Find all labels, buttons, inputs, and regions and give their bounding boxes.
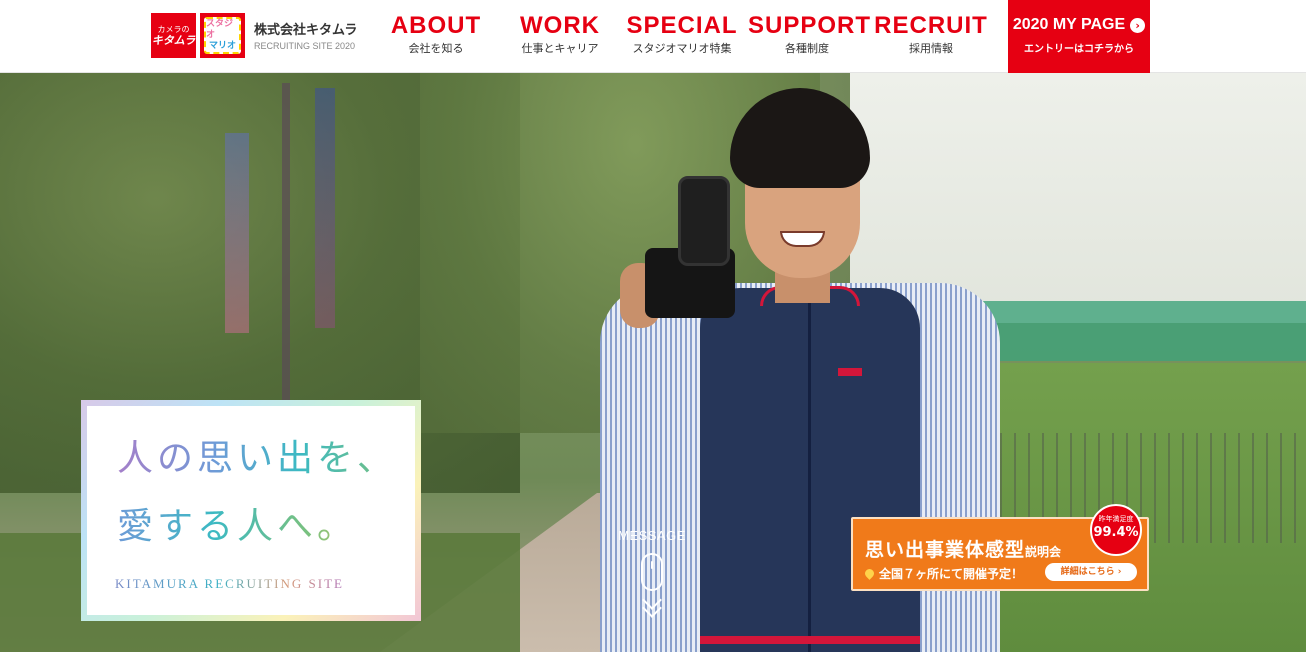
event-title: 思い出事業体感型説明会 [865, 535, 1061, 562]
nav-support-jp: 各種制度 [785, 42, 829, 55]
studio-mario-logo-line1: スタジオ [206, 19, 234, 40]
event-detail-button[interactable]: 詳細はこちら › [1045, 563, 1137, 581]
studio-mario-logo-inner: スタジオ マリオ [204, 17, 241, 54]
company-name: 株式会社キタムラ [254, 22, 358, 37]
studio-mario-logo[interactable]: スタジオ マリオ [200, 13, 245, 58]
kitamura-logo-small: カメラの [157, 24, 190, 34]
kitamura-logo[interactable]: カメラの キタムラ [151, 13, 196, 58]
person-hair [730, 88, 870, 188]
nav-recruit-jp: 採用情報 [909, 42, 953, 55]
badge-label: 昨年満足度 [1098, 515, 1134, 523]
nav-recruit-en: RECRUIT [874, 12, 988, 39]
nav-work[interactable]: WORK 仕事とキャリア [512, 12, 608, 56]
catchphrase-line2: 愛する人へ。 [117, 504, 357, 550]
site-header: カメラの キタムラ スタジオ マリオ 株式会社キタムラ RECRUITING S… [0, 0, 1306, 73]
catchphrase-line1: 人の思い出を、 [117, 436, 397, 482]
person-vest-zip [808, 303, 811, 652]
event-detail-label: 詳細はこちら [1060, 567, 1115, 577]
chevron-right-icon: › [1130, 17, 1146, 33]
nav-about[interactable]: ABOUT 会社を知る [388, 12, 484, 56]
mypage-sub: エントリーはコチラから [1024, 44, 1134, 55]
mouse-wheel [651, 561, 653, 569]
studio-mario-logo-line2: マリオ [208, 41, 236, 51]
event-place: 全国７ヶ所にて開催予定！ [863, 565, 1024, 582]
badge-value: 99.4% [1093, 525, 1139, 540]
nav-special[interactable]: SPECIAL スタジオマリオ特集 [626, 12, 738, 56]
person-vest-hem [700, 636, 920, 644]
chevron-right-icon: › [1117, 567, 1122, 577]
nav-support[interactable]: SUPPORT 各種制度 [748, 12, 872, 56]
nav-special-jp: スタジオマリオ特集 [632, 42, 732, 55]
catchphrase-sub: KITAMURA RECRUITING SITE [115, 576, 344, 591]
message-label: MESSAGE [618, 528, 686, 543]
event-place-text: 全国７ヶ所にて開催予定！ [879, 567, 1024, 581]
site-label: RECRUITING SITE 2020 [254, 41, 356, 51]
nav-support-en: SUPPORT [748, 12, 872, 39]
map-pin-icon [863, 567, 876, 580]
event-title-suffix: 説明会 [1025, 545, 1062, 559]
mypage-title: 2020 MY PAGE [1012, 16, 1126, 33]
satisfaction-badge: 昨年満足度 99.4% [1090, 504, 1142, 556]
mypage-row: 2020 MY PAGE › [1008, 15, 1150, 35]
nav-about-jp: 会社を知る [408, 42, 464, 55]
event-title-main: 思い出事業体感型 [865, 539, 1026, 561]
banner-flag [315, 88, 335, 328]
catchphrase-card: 人の思い出を、 愛する人へ。 KITAMURA RECRUITING SITE [81, 400, 421, 621]
nav-recruit[interactable]: RECRUIT 採用情報 [874, 12, 988, 56]
catchphrase-inner: 人の思い出を、 愛する人へ。 KITAMURA RECRUITING SITE [87, 406, 415, 615]
mypage-button[interactable]: 2020 MY PAGE › エントリーはコチラから [1008, 0, 1150, 73]
nav-special-en: SPECIAL [626, 12, 738, 39]
camera-lens [678, 176, 730, 266]
nav-work-en: WORK [520, 12, 600, 39]
event-banner[interactable]: 思い出事業体感型説明会 全国７ヶ所にて開催予定！ 詳細はこちら › 昨年満足度 … [851, 504, 1149, 591]
nav-about-en: ABOUT [390, 12, 482, 39]
kitamura-logo-big: キタムラ [151, 33, 196, 47]
mouse-icon [641, 553, 663, 591]
banner-pole [282, 83, 290, 403]
company-block[interactable]: 株式会社キタムラ RECRUITING SITE 2020 [254, 22, 357, 52]
scroll-message[interactable]: MESSAGE [612, 528, 692, 618]
banner-flag [225, 133, 249, 333]
person-vest-patch [838, 368, 862, 376]
nav-work-jp: 仕事とキャリア [521, 42, 599, 55]
